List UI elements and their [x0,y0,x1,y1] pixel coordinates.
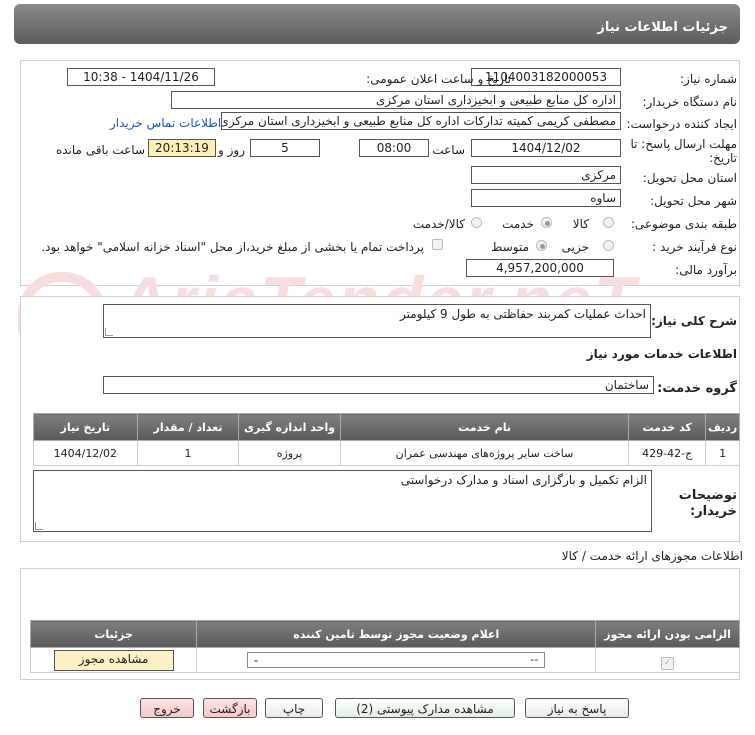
budget-label: برآورد مالی: [675,263,737,277]
deadline-time-label: ساعت [432,143,465,157]
category-radio-service[interactable] [541,217,552,228]
contact-buyer-link[interactable]: اطلاعات تماس خریدار [110,116,221,130]
col-permit-status: اعلام وضعیت مجوز توسط تامین کننده [196,620,597,648]
permit-status-cell: -- ⌄ [196,647,597,673]
permit-status-select[interactable]: -- ⌄ [247,652,546,668]
permit-details-cell: مشاهده مجوز [29,647,198,673]
permit-status-value: -- [530,653,539,666]
unit: پروژه [238,440,341,466]
treasury-payment-note: پرداخت تمام یا بخشی از مبلغ خرید،از محل … [41,240,424,254]
page-title: جزئیات اطلاعات نیاز [597,20,728,35]
treasury-payment-checkbox[interactable] [432,239,443,250]
category-radio-goods[interactable] [603,217,614,228]
service-group-label: گروه خدمت: [657,381,737,396]
service-name: ساخت سایر پروژه‌های مهندسی عمران [339,440,630,466]
creator-label: ایجاد کننده درخواست: [626,117,737,131]
buyer-org-field: اداره کل منابع طبیعی و ابخیزداری استان م… [171,91,621,109]
col-permit-details: جزئیات [29,620,198,648]
province-label: استان محل تحویل: [642,171,737,185]
col-service-code: کد خدمت [628,413,707,441]
col-service-name: نام خدمت [339,413,630,441]
deadline-date-label: تاریخ: [709,151,737,165]
announce-date-field: 1404/11/26 - 10:38 [67,68,215,86]
chevron-down-icon: ⌄ [252,655,260,665]
view-permit-button[interactable]: مشاهده مجوز [53,649,174,671]
description-textarea[interactable]: احداث عملیات کمربند حفاظتی به طول 9 کیلو… [103,304,651,338]
announce-date-label: تاریخ و ساعت اعلان عمومی: [366,72,511,86]
need-number-label: شماره نیاز: [680,72,737,86]
col-unit: واحد اندازه گیری [238,413,341,441]
col-quantity: تعداد / مقدار [136,413,240,441]
process-option-medium: متوسط [491,240,529,254]
city-label: شهر محل تحویل: [650,194,737,208]
services-table: ردیف کد خدمت نام خدمت واحد اندازه گیری ت… [33,413,740,466]
permits-section-title: اطلاعات مجوزهای ارائه خدمت / کالا [561,549,743,563]
category-option-both: کالا/خدمت [412,217,465,231]
deadline-date-field: 1404/12/02 [471,139,621,157]
buyer-notes-resize-icon[interactable] [35,522,43,530]
buyer-org-label: نام دستگاه خریدار: [642,95,738,109]
permit-required-cell: ✓ [595,647,740,673]
service-group-field: ساختمان [103,376,654,394]
col-need-date: تاریخ نیاز [33,413,138,441]
process-radio-minor[interactable] [603,240,614,251]
print-button[interactable]: چاپ [265,698,323,718]
col-permit-required: الزامی بودن ارائه مجوز [595,620,740,648]
remaining-time-field: 20:13:19 [148,139,216,157]
process-type-label: نوع فرآیند خرید : [652,240,737,254]
process-radio-medium[interactable] [536,240,547,251]
back-button[interactable]: بازگشت [203,698,257,718]
city-field: ساوه [471,189,621,207]
row-number: 1 [705,440,740,466]
col-row: ردیف [705,413,740,441]
need-date: 1404/12/02 [33,440,138,466]
remaining-time-label: ساعت باقی مانده [55,143,145,157]
permit-required-checkbox: ✓ [661,656,675,670]
buyer-notes-label-2: خریدار: [690,504,737,519]
view-attachments-button[interactable]: مشاهده مدارک پیوستی (2) [335,698,515,718]
creator-field: مصطفی کریمی کمیته تدارکات اداره کل منابع… [221,112,621,130]
budget-field: 4,957,200,000 [466,259,614,277]
page-header: جزئیات اطلاعات نیاز [14,4,740,44]
services-table-header: ردیف کد خدمت نام خدمت واحد اندازه گیری ت… [33,413,740,441]
services-section-title: اطلاعات خدمات مورد نیاز [586,347,737,361]
table-row: 1 ج-42-429 ساخت سایر پروژه‌های مهندسی عم… [33,440,740,466]
deadline-time-field: 08:00 [359,139,429,157]
permits-table: الزامی بودن ارائه مجوز اعلام وضعیت مجوز … [29,620,740,673]
days-label: روز و [218,143,245,157]
category-option-goods: کالا [572,217,589,231]
exit-button[interactable]: خروج [140,698,194,718]
description-resize-icon[interactable] [105,328,113,336]
quantity: 1 [136,440,240,466]
reply-button[interactable]: پاسخ به نیاز [525,698,629,718]
category-option-service: خدمت [502,217,534,231]
category-label: طبقه بندی موضوعی: [630,217,737,231]
description-label: شرح کلی نیاز: [651,314,737,328]
deadline-label: مهلت ارسال پاسخ: تا [630,137,737,151]
table-row: ✓ -- ⌄ مشاهده مجوز [29,647,740,673]
days-remaining-field: 5 [250,139,320,157]
category-radio-both[interactable] [471,217,482,228]
permits-table-header: الزامی بودن ارائه مجوز اعلام وضعیت مجوز … [29,620,740,648]
process-option-minor: جزیی [561,240,589,254]
buyer-notes-label: توضیحات [678,488,737,503]
province-field: مرکزی [471,166,621,184]
service-code: ج-42-429 [628,440,707,466]
buyer-notes-textarea[interactable]: الزام تکمیل و بارگزاری اسناد و مدارک درخ… [33,470,652,532]
